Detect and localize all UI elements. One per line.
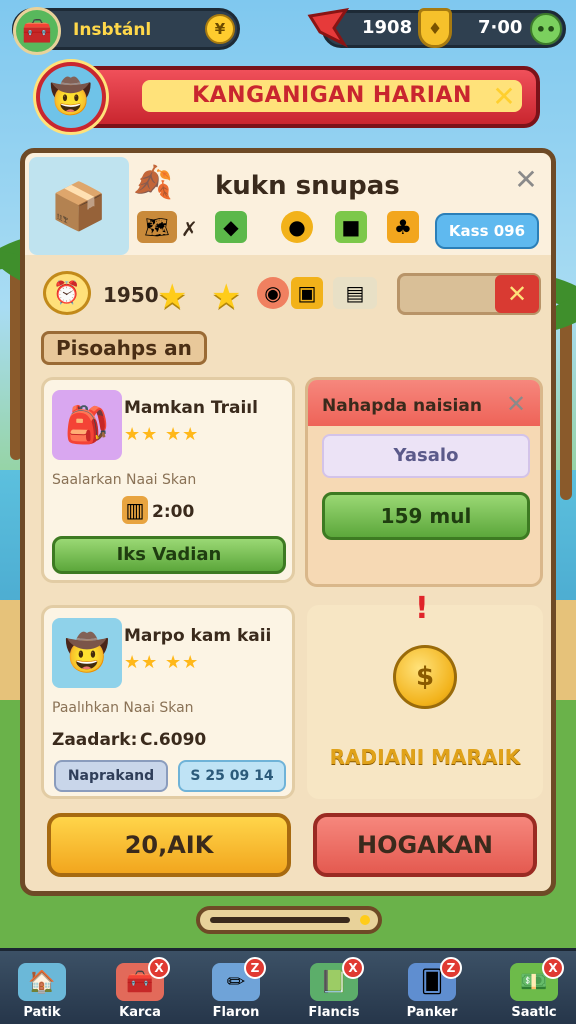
quest-stars: ★★ ★★ (124, 652, 200, 673)
golden-leaf-icon: 🍂 (133, 163, 173, 201)
nav-item-panker[interactable]: 🂠 Z Panker (398, 957, 466, 1023)
panel-close-button[interactable]: ✕ (511, 165, 541, 195)
map-x-icon: ✗ (181, 217, 198, 241)
quest-reward-amount: 2:00 (152, 502, 195, 522)
quest-1-button-label: Iks Vadian (116, 544, 222, 565)
clock-icon: ⏰ (43, 271, 91, 315)
player-chest-icon[interactable]: 🧰 (13, 7, 61, 55)
nav-item-flaron[interactable]: ✏ Z Flaron (202, 957, 270, 1023)
panel-title: kukn snupas (215, 171, 400, 201)
quest-title: Marpo kam kaii (124, 626, 272, 646)
nav-label: Patik (23, 1005, 61, 1020)
notification-badge: X (148, 957, 170, 979)
star-icon: ★ (211, 277, 242, 317)
reward-area: ! $ RADIANI MARAIK (307, 591, 543, 799)
chip-date[interactable]: S 25 09 14 (178, 760, 286, 792)
filter-clear-button[interactable]: ✕ (495, 275, 539, 313)
chip-naprakand[interactable]: Naprakand (54, 760, 168, 792)
hogakan-button[interactable]: HOGAKAN (313, 813, 537, 877)
reward-label: RADIANI MARAIK (329, 745, 521, 769)
claim-button-label: 20,AIK (124, 831, 214, 859)
book-icon: ▥ (122, 496, 148, 524)
bottom-nav: 🏠 Patik 🧰 X Karca ✏ Z Flaron 📗 X Flancis… (0, 948, 576, 1024)
unlock-button-label: 159 mul (380, 504, 472, 528)
nav-label: Saatlc (511, 1005, 557, 1020)
scroll-icon: ▤ (333, 277, 377, 309)
quest-reward-amount: C.6090 (140, 730, 207, 750)
coin-button[interactable]: ¥ (205, 14, 235, 44)
quest-subtitle: Paalıhkan Naai Skan (52, 700, 194, 716)
treasure-chest-icon: 📦 (29, 157, 129, 255)
star-icon: ★ (157, 277, 188, 317)
kass-button[interactable]: Kass 096 (435, 213, 539, 249)
smiley-icon[interactable]: •• (530, 13, 562, 45)
nav-item-saatlc[interactable]: 💵 X Saatlc (500, 957, 568, 1023)
alert-icon: ! (415, 591, 429, 626)
top-hud: 🧰 Insbtánl ¥ 1908 ♦ 7·00 •• (0, 0, 576, 58)
nav-label: Karca (119, 1005, 161, 1020)
progress-value: 1950 (103, 283, 159, 307)
quest-card-2[interactable]: 🤠 Marpo kam kaii ★★ ★★ Paalıhkan Naai Sk… (41, 605, 295, 799)
quest-title: Mamkan Traiıl (124, 398, 258, 418)
filter-dropdown[interactable]: ✕ (397, 273, 541, 315)
claim-button[interactable]: 20,AIK (47, 813, 291, 877)
page-scrollbar[interactable] (196, 906, 382, 934)
section-label: Pisoahps an (41, 331, 207, 365)
banner-title: KANGANIGAN HARIAN (192, 83, 472, 108)
gold-coin-icon: ● (281, 211, 313, 243)
panel-header: 📦 🍂 kukn snupas ✕ 🗺 ✗ ◆ ● ■ ♣ Kass 096 (25, 153, 551, 255)
explorer-avatar-icon: 🤠 (36, 62, 106, 132)
quest-card-1[interactable]: 🎒 Mamkan Traiıl ★★ ★★ Saalarkan Naai Ska… (41, 377, 295, 583)
map-icon: 🗺 (137, 211, 177, 243)
scroll-indicator-dot (360, 915, 370, 925)
backpack-icon: 🎒 (52, 390, 122, 460)
nav-item-patik[interactable]: 🏠 Patik (8, 961, 76, 1023)
scroll-thumb[interactable] (210, 917, 350, 923)
red-gem-icon (307, 8, 350, 48)
crate-icon: ▣ (291, 277, 323, 309)
timer-value: 7·00 (478, 17, 523, 38)
player-bar[interactable]: 🧰 Insbtánl ¥ (12, 7, 240, 55)
nav-item-flancis[interactable]: 📗 X Flancis (300, 957, 368, 1023)
hogakan-button-label: HOGAKAN (356, 831, 494, 859)
green-gem-icon: ◆ (215, 211, 247, 243)
nav-label: Flancis (308, 1005, 360, 1020)
unlock-button[interactable]: 159 mul (322, 492, 530, 540)
player-name: Insbtánl (73, 20, 152, 40)
quest-stars: ★★ ★★ (124, 424, 200, 445)
shield-icon: ♦ (418, 8, 452, 48)
quest-subtitle: Saalarkan Naai Skan (52, 472, 197, 488)
map-pin-icon: ◉ (257, 277, 289, 309)
quest-1-button[interactable]: Iks Vadian (52, 536, 286, 574)
nav-label: Panker (406, 1005, 458, 1020)
nav-label: Flaron (212, 1005, 260, 1020)
gems-count: 1908 (362, 17, 413, 38)
banner-close-button[interactable]: ✕ (486, 80, 522, 114)
green-box-icon: ■ (335, 211, 367, 243)
notification-badge: X (342, 957, 364, 979)
notification-badge: X (542, 957, 564, 979)
gold-bag-icon: ♣ (387, 211, 419, 243)
daily-reward-panel: 📦 🍂 kukn snupas ✕ 🗺 ✗ ◆ ● ■ ♣ Kass 096 ⏰… (20, 148, 556, 896)
nav-item-karca[interactable]: 🧰 X Karca (106, 957, 174, 1023)
quest-reward-label: Zaadark: (52, 730, 138, 750)
notification-badge: Z (440, 957, 462, 979)
unlock-price-field[interactable]: Yasalo (322, 434, 530, 478)
home-icon: 🏠 (18, 963, 66, 1001)
big-coin-icon: $ (393, 645, 457, 709)
unlock-card-close-button[interactable]: ✕ (502, 390, 530, 418)
explorer-portrait-icon: 🤠 (52, 618, 122, 688)
unlock-card: Nahapda naisian ✕ Yasalo 159 mul (305, 377, 543, 587)
unlock-card-title: Nahapda naisian (322, 396, 482, 416)
title-banner: KANGANIGAN HARIAN ✕ (42, 66, 540, 128)
progress-row: ⏰ 1950 ★ ★ ◉ ▣ ▤ ✕ (25, 257, 551, 325)
notification-badge: Z (244, 957, 266, 979)
